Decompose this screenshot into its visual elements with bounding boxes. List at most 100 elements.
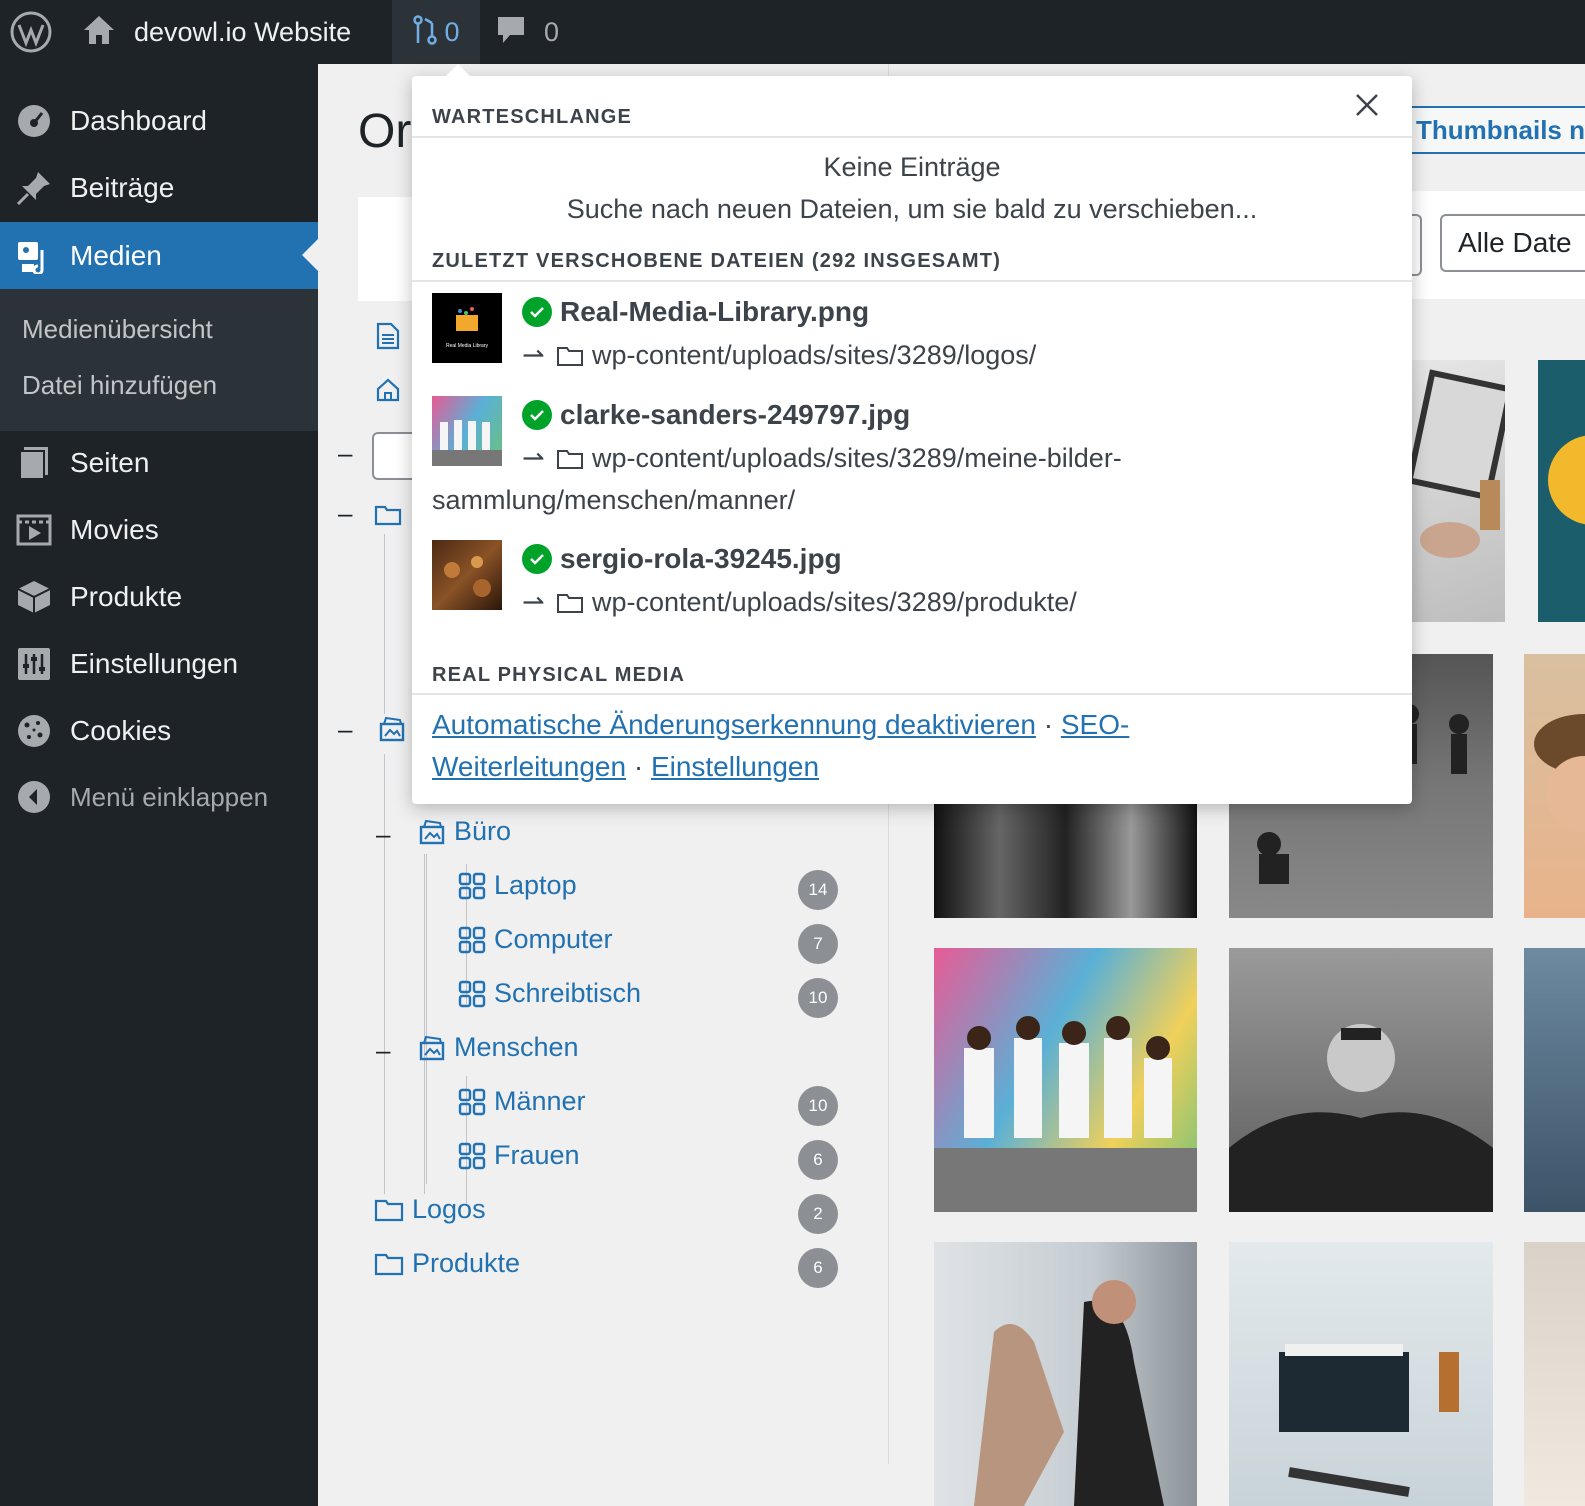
close-icon[interactable]	[1352, 90, 1382, 120]
media-thumbnail[interactable]	[1229, 1242, 1493, 1506]
count-badge: 2	[798, 1194, 838, 1234]
success-check-icon	[522, 400, 552, 430]
media-thumbnail[interactable]	[1410, 360, 1505, 622]
tree-node-laptop[interactable]: Laptop	[458, 870, 577, 901]
collapse-toggle[interactable]: –	[338, 498, 352, 529]
tree-node-logos[interactable]: Logos	[374, 1194, 486, 1225]
queue-icon	[412, 14, 438, 50]
moved-file-path: ⇀ wp-content/uploads/sites/3289/produkte/	[432, 581, 1252, 623]
menu-item-media[interactable]: Medien	[0, 222, 318, 290]
menu-item-posts[interactable]: Beiträge	[0, 155, 318, 221]
media-submenu: Medienübersicht Datei hinzufügen	[0, 289, 318, 431]
home-folder-icon[interactable]	[376, 378, 400, 407]
pages-icon	[16, 445, 52, 481]
recent-files-heading: ZULETZT VERSCHOBENE DATEIEN (292 INSGESA…	[432, 250, 1002, 272]
tree-node-menschen[interactable]: Menschen	[418, 1032, 579, 1063]
submenu-add-file[interactable]: Datei hinzufügen	[22, 370, 217, 401]
queue-popover: WARTESCHLANGE Keine Einträge Suche nach …	[412, 64, 1412, 804]
gallery-icon	[458, 1142, 486, 1169]
box-icon	[16, 579, 52, 615]
tree-node-computer[interactable]: Computer	[458, 924, 613, 955]
queue-searching-text: Suche nach neuen Dateien, um sie bald zu…	[566, 194, 1258, 224]
success-check-icon	[522, 297, 552, 327]
folder-icon[interactable]	[374, 504, 402, 531]
menu-item-dashboard[interactable]: Dashboard	[0, 88, 318, 154]
folder-icon	[374, 1199, 404, 1221]
thumbnails-button[interactable]: Thumbnails n	[1400, 106, 1585, 154]
folder-search-input[interactable]	[372, 432, 414, 480]
count-badge: 7	[798, 924, 838, 964]
count-badge: 10	[798, 1086, 838, 1126]
wordpress-logo-icon[interactable]	[10, 0, 56, 64]
queue-heading: WARTESCHLANGE	[432, 106, 633, 128]
document-icon[interactable]	[376, 322, 400, 355]
folder-icon	[374, 1253, 404, 1275]
gallery-icon	[458, 926, 486, 953]
submenu-media-library[interactable]: Medienübersicht	[22, 314, 213, 345]
moved-file-name: clarke-sanders-249797.jpg	[522, 399, 910, 431]
collapse-toggle[interactable]: –	[376, 819, 390, 850]
date-filter-select[interactable]: Alle Date	[1440, 214, 1585, 272]
count-badge: 10	[798, 978, 838, 1018]
count-badge: 6	[798, 1248, 838, 1288]
queue-empty-text: Keine Einträge	[823, 152, 1001, 182]
queue-count: 0	[444, 16, 460, 47]
gallery-icon	[458, 980, 486, 1007]
collapse-toggle[interactable]: –	[338, 714, 352, 745]
media-thumbnail[interactable]	[934, 1242, 1197, 1506]
arrow-right-icon: ⇀	[522, 587, 545, 617]
media-thumbnail[interactable]	[1538, 360, 1585, 622]
media-thumbnail[interactable]	[1524, 654, 1585, 918]
tree-node-frauen[interactable]: Frauen	[458, 1140, 580, 1171]
tree-node-schreibtisch[interactable]: Schreibtisch	[458, 978, 641, 1009]
media-thumbnail[interactable]	[1229, 948, 1493, 1212]
collection-icon[interactable]	[378, 716, 406, 747]
moved-file-path: ⇀ wp-content/uploads/sites/3289/meine-bil…	[432, 437, 1252, 521]
media-thumbnail[interactable]	[1524, 1242, 1585, 1506]
collection-icon	[419, 1035, 445, 1060]
count-badge: 6	[798, 1140, 838, 1180]
settings-icon	[16, 646, 52, 682]
collapse-toggle[interactable]: –	[376, 1035, 390, 1066]
dashboard-icon	[16, 103, 52, 139]
home-icon	[82, 14, 116, 51]
cookie-icon	[16, 713, 52, 749]
rpm-links: Automatische Änderungserkennung deaktivi…	[432, 709, 1130, 782]
folder-icon	[557, 347, 583, 366]
gallery-icon	[458, 1088, 486, 1115]
queue-menu-button[interactable]: 0	[392, 0, 480, 64]
page-title: Or	[358, 105, 412, 158]
comment-icon	[496, 15, 526, 50]
folder-toolbar-panel	[358, 197, 418, 301]
tree-node-buero[interactable]: Büro	[418, 816, 511, 847]
site-link[interactable]: devowl.io Website	[82, 0, 351, 64]
comments-count: 0	[544, 16, 560, 47]
tree-node-produkte[interactable]: Produkte	[374, 1248, 520, 1279]
settings-link[interactable]: Einstellungen	[651, 751, 819, 782]
admin-bar: devowl.io Website 0 0	[0, 0, 1585, 64]
media-icon	[16, 238, 52, 276]
collection-icon	[419, 819, 445, 844]
video-icon	[16, 512, 52, 548]
moved-file-path: ⇀ wp-content/uploads/sites/3289/logos/	[432, 334, 1252, 376]
comments-button[interactable]: 0	[496, 0, 576, 64]
menu-item-pages[interactable]: Seiten	[0, 430, 318, 496]
menu-item-settings[interactable]: Einstellungen	[0, 631, 318, 697]
collapse-menu-button[interactable]: Menü einklappen	[0, 764, 318, 830]
menu-item-products[interactable]: Produkte	[0, 564, 318, 630]
collapse-toggle[interactable]: –	[338, 438, 352, 469]
disable-auto-detect-link[interactable]: Automatische Änderungserkennung deaktivi…	[432, 709, 1036, 740]
media-thumbnail[interactable]	[934, 800, 1197, 918]
arrow-right-icon: ⇀	[522, 443, 545, 473]
menu-item-movies[interactable]: Movies	[0, 497, 318, 563]
admin-sidebar: Dashboard Beiträge Medien Medienübersich…	[0, 64, 318, 1506]
moved-file-name: Real-Media-Library.png	[522, 296, 869, 328]
media-thumbnail[interactable]	[1524, 948, 1585, 1212]
menu-item-cookies[interactable]: Cookies	[0, 698, 318, 764]
tree-node-maenner[interactable]: Männer	[458, 1086, 586, 1117]
success-check-icon	[522, 544, 552, 574]
count-badge: 14	[798, 870, 838, 910]
gallery-icon	[458, 872, 486, 899]
rpm-heading: REAL PHYSICAL MEDIA	[432, 664, 686, 686]
media-thumbnail[interactable]	[934, 948, 1197, 1212]
